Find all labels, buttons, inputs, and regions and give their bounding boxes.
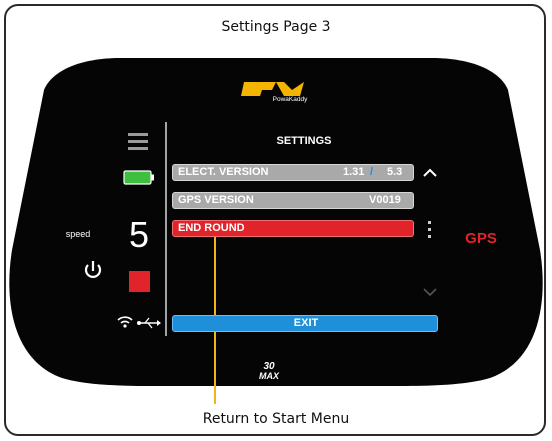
elect-version-separator: / bbox=[370, 166, 374, 178]
figure-caption-bottom: Return to Start Menu bbox=[202, 411, 350, 427]
exit-button[interactable]: EXIT bbox=[172, 315, 438, 332]
end-round-button[interactable]: END ROUND bbox=[172, 220, 414, 237]
menu-icon[interactable] bbox=[128, 133, 148, 150]
speed-value: 5 bbox=[129, 214, 149, 255]
elect-version-label: ELECT. VERSION bbox=[178, 166, 269, 178]
gps-label: GPS bbox=[465, 230, 497, 247]
gps-version-row[interactable]: GPS VERSION V0019 bbox=[172, 192, 414, 209]
battery-icon bbox=[123, 170, 154, 185]
screen-title: SETTINGS bbox=[276, 135, 331, 147]
gps-version-label: GPS VERSION bbox=[178, 194, 254, 206]
more-icon[interactable] bbox=[428, 221, 431, 238]
elect-version-row[interactable]: ELECT. VERSION 1.31 / 5.3 bbox=[172, 164, 414, 181]
exit-label: EXIT bbox=[293, 317, 319, 329]
brand-name: PowaKaddy bbox=[273, 96, 308, 103]
elect-version-value-b: 5.3 bbox=[387, 166, 403, 178]
speed-label: speed bbox=[66, 229, 91, 239]
gps-version-value: V0019 bbox=[369, 194, 401, 206]
svg-text:MAX: MAX bbox=[259, 371, 280, 381]
end-round-label: END ROUND bbox=[178, 222, 245, 234]
elect-version-value-a: 1.31 bbox=[343, 166, 365, 178]
stop-icon[interactable] bbox=[129, 271, 150, 292]
